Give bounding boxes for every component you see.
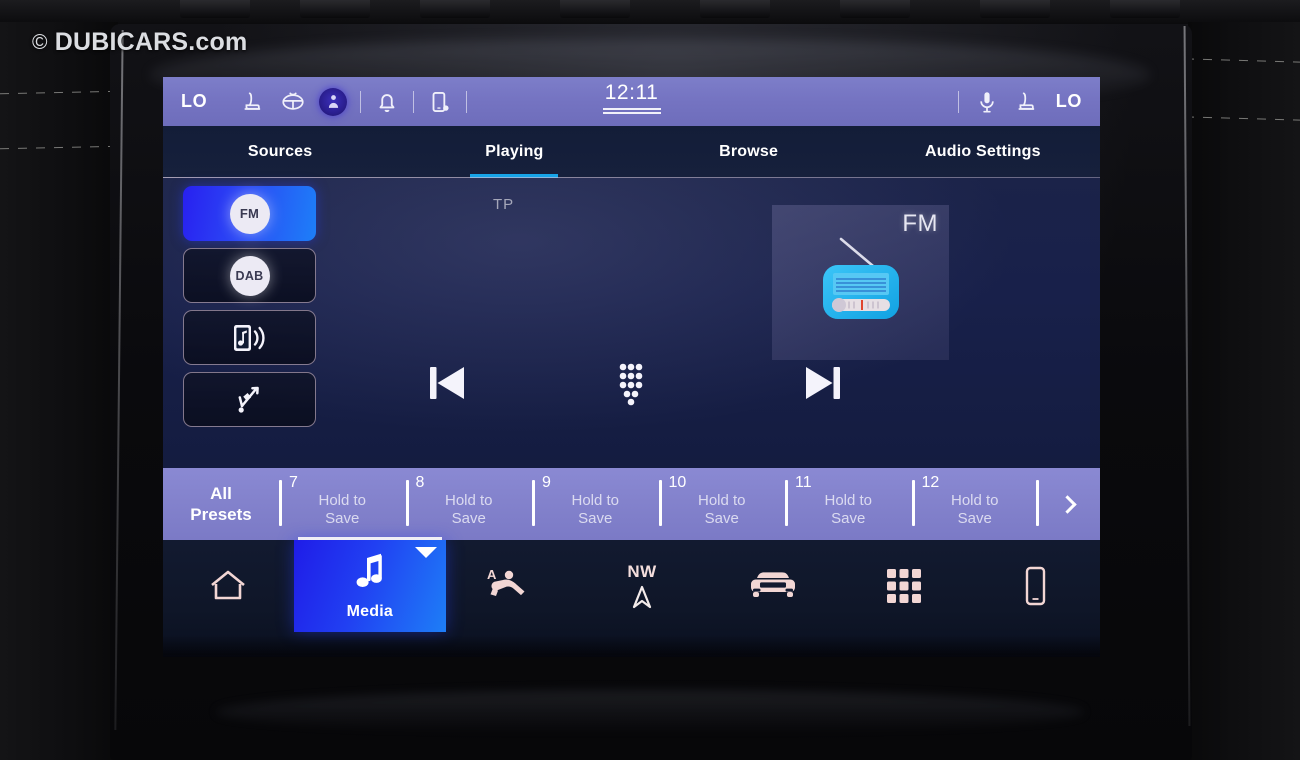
car-front-icon: [744, 565, 802, 607]
status-divider: [957, 90, 959, 113]
seat-climate-icon: A: [485, 564, 537, 608]
music-note-icon: [351, 552, 389, 597]
passenger-temperature-lo[interactable]: LO: [1056, 91, 1082, 112]
station-artwork: FM: [772, 205, 949, 360]
vent-slot: [180, 0, 250, 18]
heated-steering-wheel-icon[interactable]: [280, 89, 306, 115]
preset-hold-text: Hold to Save: [444, 492, 493, 527]
source-button-fm[interactable]: FM: [183, 186, 316, 241]
copyright-symbol: ©: [32, 30, 48, 54]
source-button-dab[interactable]: DAB: [183, 248, 316, 303]
glass-reflection: [215, 690, 1085, 734]
preset-number: 9: [542, 474, 551, 491]
apps-grid-icon: [883, 565, 925, 607]
vent-slot: [700, 0, 770, 18]
preset-number: 12: [921, 474, 940, 491]
leather-trim-right: [1188, 22, 1300, 760]
preset-hold-text: Hold to Save: [571, 492, 620, 527]
nav-item-apps[interactable]: [838, 540, 969, 632]
nav-item-navigation[interactable]: NW: [577, 540, 708, 632]
compass-arrow-icon: NW: [627, 562, 656, 611]
presets-next-page-button[interactable]: [1036, 468, 1100, 540]
nav-item-vehicle[interactable]: [707, 540, 838, 632]
vent-slot: [1110, 0, 1180, 18]
next-track-button[interactable]: [797, 359, 849, 407]
phone-settings-icon[interactable]: [427, 89, 453, 115]
nav-item-media[interactable]: Media: [293, 537, 446, 632]
direct-tune-keypad-button[interactable]: [614, 360, 648, 406]
source-selector-column: FM DAB: [183, 186, 316, 427]
tab-browse[interactable]: Browse: [632, 126, 866, 178]
usb-icon: [229, 380, 271, 420]
chevron-right-icon: [1057, 494, 1077, 514]
watermark-text: DUBICARS.com: [54, 28, 248, 56]
bottom-nav-bar: Media A NW: [163, 537, 1100, 655]
nav-item-climate[interactable]: A: [446, 540, 577, 632]
preset-hold-text: Hold to Save: [950, 492, 999, 527]
vent-slot: [420, 0, 490, 18]
compass-direction: NW: [627, 561, 657, 581]
all-presets-line1: All: [210, 484, 232, 504]
status-bar-right-icons: LO: [957, 89, 1082, 115]
source-label-dab: DAB: [229, 255, 270, 296]
preset-hold-text: Hold to Save: [318, 492, 367, 527]
tp-indicator: TP: [493, 196, 515, 213]
preset-slot-10[interactable]: 10 Hold to Save: [658, 468, 786, 540]
tab-sources[interactable]: Sources: [163, 126, 397, 178]
watermark: © DUBICARS.com: [32, 28, 247, 57]
status-bar: LO 12:11 LO: [163, 77, 1100, 126]
preset-slot-9[interactable]: 9 Hold to Save: [532, 468, 659, 540]
tab-playing[interactable]: Playing: [397, 126, 631, 178]
tab-audio-settings[interactable]: Audio Settings: [866, 126, 1100, 178]
preset-number: 8: [415, 474, 425, 491]
radio-icon: [801, 225, 921, 340]
microphone-icon[interactable]: [974, 89, 1000, 115]
status-bar-left-icons: [241, 87, 468, 116]
driver-temperature-lo[interactable]: LO: [181, 91, 207, 112]
chevron-down-icon: [414, 547, 437, 558]
phone-music-icon: [229, 318, 271, 358]
vent-slot: [300, 0, 370, 18]
preset-slot-8[interactable]: 8 Hold to Save: [405, 468, 533, 540]
home-icon: [206, 566, 250, 606]
vent-slot: [560, 0, 630, 18]
user-profile-icon[interactable]: [319, 87, 348, 116]
preset-slot-12[interactable]: 12 Hold to Save: [911, 468, 1039, 540]
svg-text:A: A: [487, 567, 497, 582]
now-playing-panel: FM DAB TP FM: [163, 178, 1100, 468]
leather-trim-left: [0, 22, 118, 760]
nav-item-home[interactable]: [163, 540, 294, 632]
infotainment-screen: LO 12:11 LO Sources Playing Browse Audio…: [163, 77, 1100, 657]
artwork-band-label: FM: [902, 210, 938, 237]
nav-item-label-media: Media: [346, 602, 393, 620]
status-divider: [466, 90, 468, 113]
preset-number: 7: [289, 474, 298, 491]
heated-seat-left-icon[interactable]: [241, 89, 267, 115]
preset-hold-text: Hold to Save: [824, 492, 873, 527]
nav-item-phone[interactable]: [969, 540, 1100, 632]
source-button-bluetooth-audio[interactable]: [183, 310, 316, 365]
preset-number: 11: [795, 474, 812, 491]
previous-track-button[interactable]: [421, 359, 473, 407]
clock: 12:11: [604, 81, 659, 104]
preset-slot-11[interactable]: 11 Hold to Save: [785, 468, 912, 540]
heated-seat-right-icon[interactable]: [1015, 89, 1041, 115]
clock-underline: [602, 108, 661, 114]
source-button-usb[interactable]: [183, 372, 316, 427]
notifications-bell-icon[interactable]: [374, 89, 400, 115]
tab-bar: Sources Playing Browse Audio Settings: [163, 126, 1100, 178]
status-divider: [413, 90, 415, 113]
preset-slot-7[interactable]: 7 Hold to Save: [279, 468, 406, 540]
all-presets-button[interactable]: All Presets: [163, 468, 279, 540]
all-presets-line2: Presets: [190, 504, 252, 524]
source-label-fm: FM: [229, 193, 270, 234]
phone-icon: [1018, 564, 1052, 608]
preset-bar: All Presets 7 Hold to Save 8 Hold to Save …: [163, 468, 1100, 540]
preset-hold-text: Hold to Save: [697, 492, 746, 527]
status-divider: [360, 90, 362, 113]
vent-slot: [980, 0, 1050, 18]
preset-number: 10: [668, 474, 687, 491]
vent-slot: [840, 0, 910, 18]
